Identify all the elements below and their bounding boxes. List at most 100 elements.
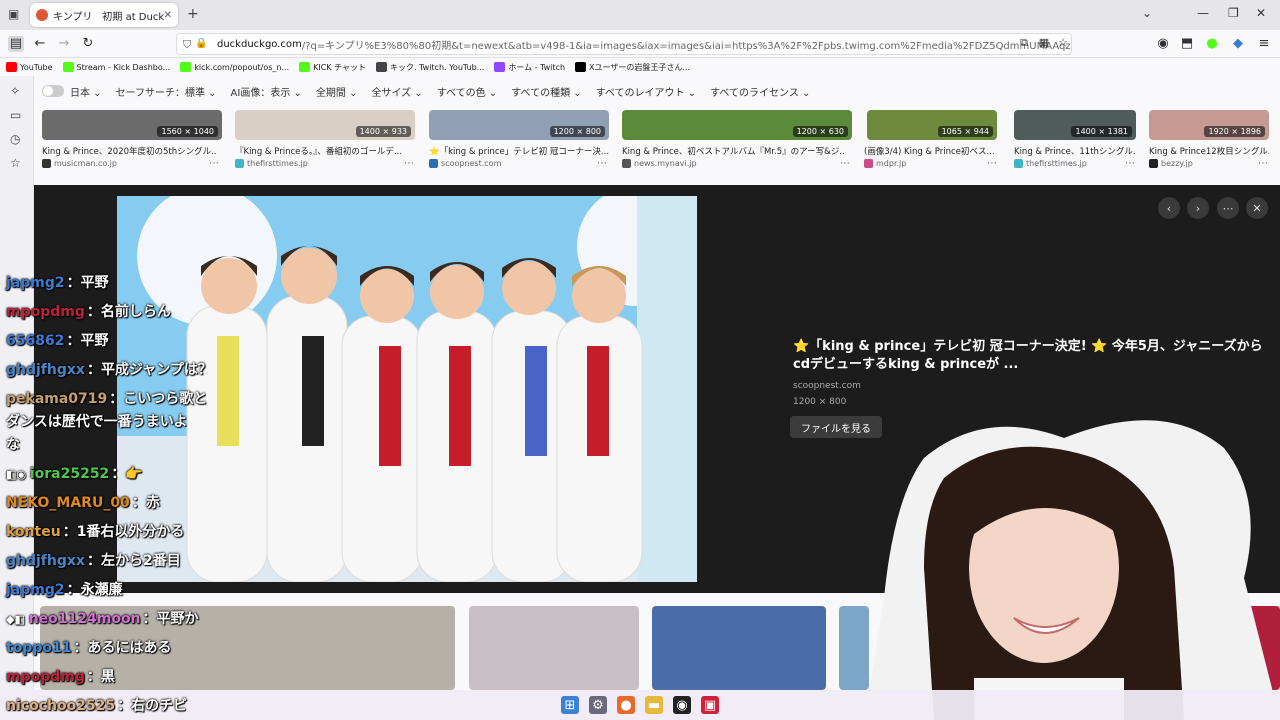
site-favicon-icon <box>1014 159 1023 168</box>
restore-icon[interactable]: ❐ <box>1228 6 1239 20</box>
result-more-icon[interactable]: ⋯ <box>1125 158 1135 169</box>
bookmark-star-icon[interactable]: ☆ <box>1055 36 1071 49</box>
file-explorer-icon[interactable]: ▬ <box>645 696 663 714</box>
result-thumbnail[interactable]: 1400 × 1381 <box>1014 110 1136 140</box>
license-filter[interactable]: すべてのライセンス ⌄ <box>710 84 810 99</box>
bottom-result-thumbnail[interactable] <box>652 606 826 690</box>
history-icon[interactable]: ◷ <box>10 132 20 146</box>
region-filter[interactable]: 日本 ⌄ <box>70 84 102 99</box>
tab-list-icon[interactable]: ▣ <box>8 7 19 21</box>
tab-overflow-icon[interactable]: ⌄ <box>1142 6 1152 20</box>
result-title[interactable]: (画像3/4) King & Prince初ベス... <box>864 145 997 157</box>
menu-icon[interactable]: ≡ <box>1256 36 1272 51</box>
chat-message: 平野 <box>80 275 109 291</box>
history-tabs-icon[interactable]: ▭ <box>10 108 21 122</box>
bookmark-x-user[interactable]: Xユーザーの岩盤王子さん... <box>575 62 690 73</box>
forward-icon[interactable]: → <box>56 36 72 51</box>
result-title[interactable]: King & Prince12枚目シングル... <box>1149 145 1269 157</box>
windows-start-icon[interactable]: ⊞ <box>561 696 579 714</box>
bookmark-kick-chat[interactable]: KICK チャット <box>299 62 366 73</box>
detail-title[interactable]: ⭐「king & prince」テレビ初 冠コーナー決定! ⭐ 今年5月、ジャニ… <box>793 338 1273 374</box>
result-more-icon[interactable]: ⋯ <box>840 158 850 169</box>
result-source[interactable]: thefirsttimes.jp <box>235 159 308 168</box>
bookmark-youtube[interactable]: YouTube <box>6 62 53 72</box>
result-title[interactable]: ⭐「king & prince」テレビ初 冠コーナー決... <box>429 145 609 157</box>
pip-icon[interactable]: ⧉ <box>1016 36 1032 50</box>
close-detail-button[interactable]: ✕ <box>1246 197 1268 219</box>
bookmark-kick-popout[interactable]: kick.com/popout/os_n... <box>180 62 289 72</box>
result-source[interactable]: musicman.co.jp <box>42 159 117 168</box>
chat-line: ◆◧ neo1124moon ：平野か <box>6 608 199 628</box>
result-thumbnail[interactable]: 1065 × 944 <box>867 110 997 140</box>
app-icon[interactable]: ▣ <box>701 696 719 714</box>
chat-separator: ： <box>117 698 132 714</box>
result-thumbnail[interactable]: 1200 × 800 <box>429 110 609 140</box>
chat-separator: ： <box>66 333 81 349</box>
chat-separator: ： <box>66 275 81 291</box>
result-more-icon[interactable]: ⋯ <box>209 158 219 169</box>
account-icon[interactable]: ◉ <box>1155 36 1171 51</box>
filter-label: 日本 <box>70 87 90 99</box>
detail-source[interactable]: scoopnest.com <box>793 381 861 391</box>
kick-icon <box>180 62 192 72</box>
time-filter[interactable]: 全期間 ⌄ <box>316 84 358 99</box>
chat-message: 赤 <box>145 495 160 511</box>
sidebar-toggle-icon[interactable]: ▤ <box>8 36 24 52</box>
url-bar[interactable]: ⛉ 🔒 duckduckgo.com /?q=キンプリ%E3%80%80初期&t… <box>176 33 1072 55</box>
shield-icon[interactable]: ⛉ <box>183 38 191 52</box>
translate-icon[interactable]: ▦ <box>1036 36 1052 49</box>
ai-images-filter[interactable]: AI画像：表示 ⌄ <box>231 84 302 99</box>
chat-username: toppo11 <box>6 640 72 656</box>
ai-chat-icon[interactable]: ✧ <box>10 84 20 98</box>
site-favicon-icon <box>1149 159 1158 168</box>
safesearch-filter[interactable]: セーフサーチ：標準 ⌄ <box>116 84 217 99</box>
previous-image-button[interactable]: ‹ <box>1158 197 1180 219</box>
result-thumbnail[interactable]: 1560 × 1040 <box>42 110 222 140</box>
color-filter[interactable]: すべての色 ⌄ <box>437 84 497 99</box>
badge-icon: ◆◧ <box>6 613 29 626</box>
result-title[interactable]: King & Prince、11thシングル... <box>1014 145 1136 157</box>
bookmark-twitch-home[interactable]: ホーム - Twitch <box>494 62 565 73</box>
new-tab-button[interactable]: + <box>187 6 199 22</box>
result-source[interactable]: scoopnest.com <box>429 159 501 168</box>
result-thumbnail[interactable]: 1400 × 933 <box>235 110 415 140</box>
result-source[interactable]: mdpr.jp <box>864 159 906 168</box>
result-source[interactable]: thefirsttimes.jp <box>1014 159 1087 168</box>
close-window-icon[interactable]: ✕ <box>1256 6 1266 20</box>
result-thumbnail[interactable]: 1920 × 1896 <box>1149 110 1269 140</box>
obs-icon[interactable]: ◉ <box>673 696 691 714</box>
minimize-icon[interactable]: — <box>1197 6 1209 20</box>
translator-extension-icon[interactable]: ◆ <box>1230 36 1246 51</box>
bookmark-kick-twitch-youtube[interactable]: キック. Twitch. YouTub... <box>376 62 484 73</box>
more-options-button[interactable]: ⋯ <box>1217 197 1239 219</box>
result-more-icon[interactable]: ⋯ <box>1258 158 1268 169</box>
reload-icon[interactable]: ↻ <box>80 36 96 51</box>
chat-username: japmg2 <box>6 275 65 291</box>
result-more-icon[interactable]: ⋯ <box>597 158 607 169</box>
result-more-icon[interactable]: ⋯ <box>987 158 997 169</box>
bookmarks-icon[interactable]: ☆ <box>10 156 21 170</box>
chat-username: konteu <box>6 524 61 540</box>
back-icon[interactable]: ← <box>32 36 48 51</box>
result-more-icon[interactable]: ⋯ <box>404 158 414 169</box>
webcam-overlay <box>864 418 1280 720</box>
bookmark-kick-dashboard[interactable]: Stream - Kick Dashbo... <box>62 62 170 72</box>
result-title[interactable]: King & Prince、2020年度初の5thシングル... <box>42 145 217 157</box>
firefox-icon[interactable]: ● <box>617 696 635 714</box>
layout-filter[interactable]: すべてのレイアウト ⌄ <box>596 84 696 99</box>
size-filter[interactable]: 全サイズ ⌄ <box>371 84 422 99</box>
result-title[interactable]: 『King & Princeる。』、番組初のゴールデ... <box>235 145 413 157</box>
result-source[interactable]: news.mynavi.jp <box>622 159 697 168</box>
region-toggle[interactable] <box>42 85 64 97</box>
kick-extension-icon[interactable]: ● <box>1204 36 1220 51</box>
next-image-button[interactable]: › <box>1187 197 1209 219</box>
result-thumbnail[interactable]: 1200 × 630 <box>622 110 852 140</box>
type-filter[interactable]: すべての種類 ⌄ <box>511 84 581 99</box>
extensions-icon[interactable]: ⬒ <box>1179 36 1195 51</box>
bottom-result-thumbnail[interactable] <box>469 606 639 690</box>
result-source[interactable]: bezzy.jp <box>1149 159 1193 168</box>
tab-close-icon[interactable]: ✕ <box>164 10 172 21</box>
settings-icon[interactable]: ⚙ <box>589 696 607 714</box>
tab-active[interactable]: キンプリ 初期 at DuckDuckGo ✕ <box>30 3 178 27</box>
result-title[interactable]: King & Prince、初ベストアルバム『Mr.5』のアー写&ジ... <box>622 145 844 157</box>
